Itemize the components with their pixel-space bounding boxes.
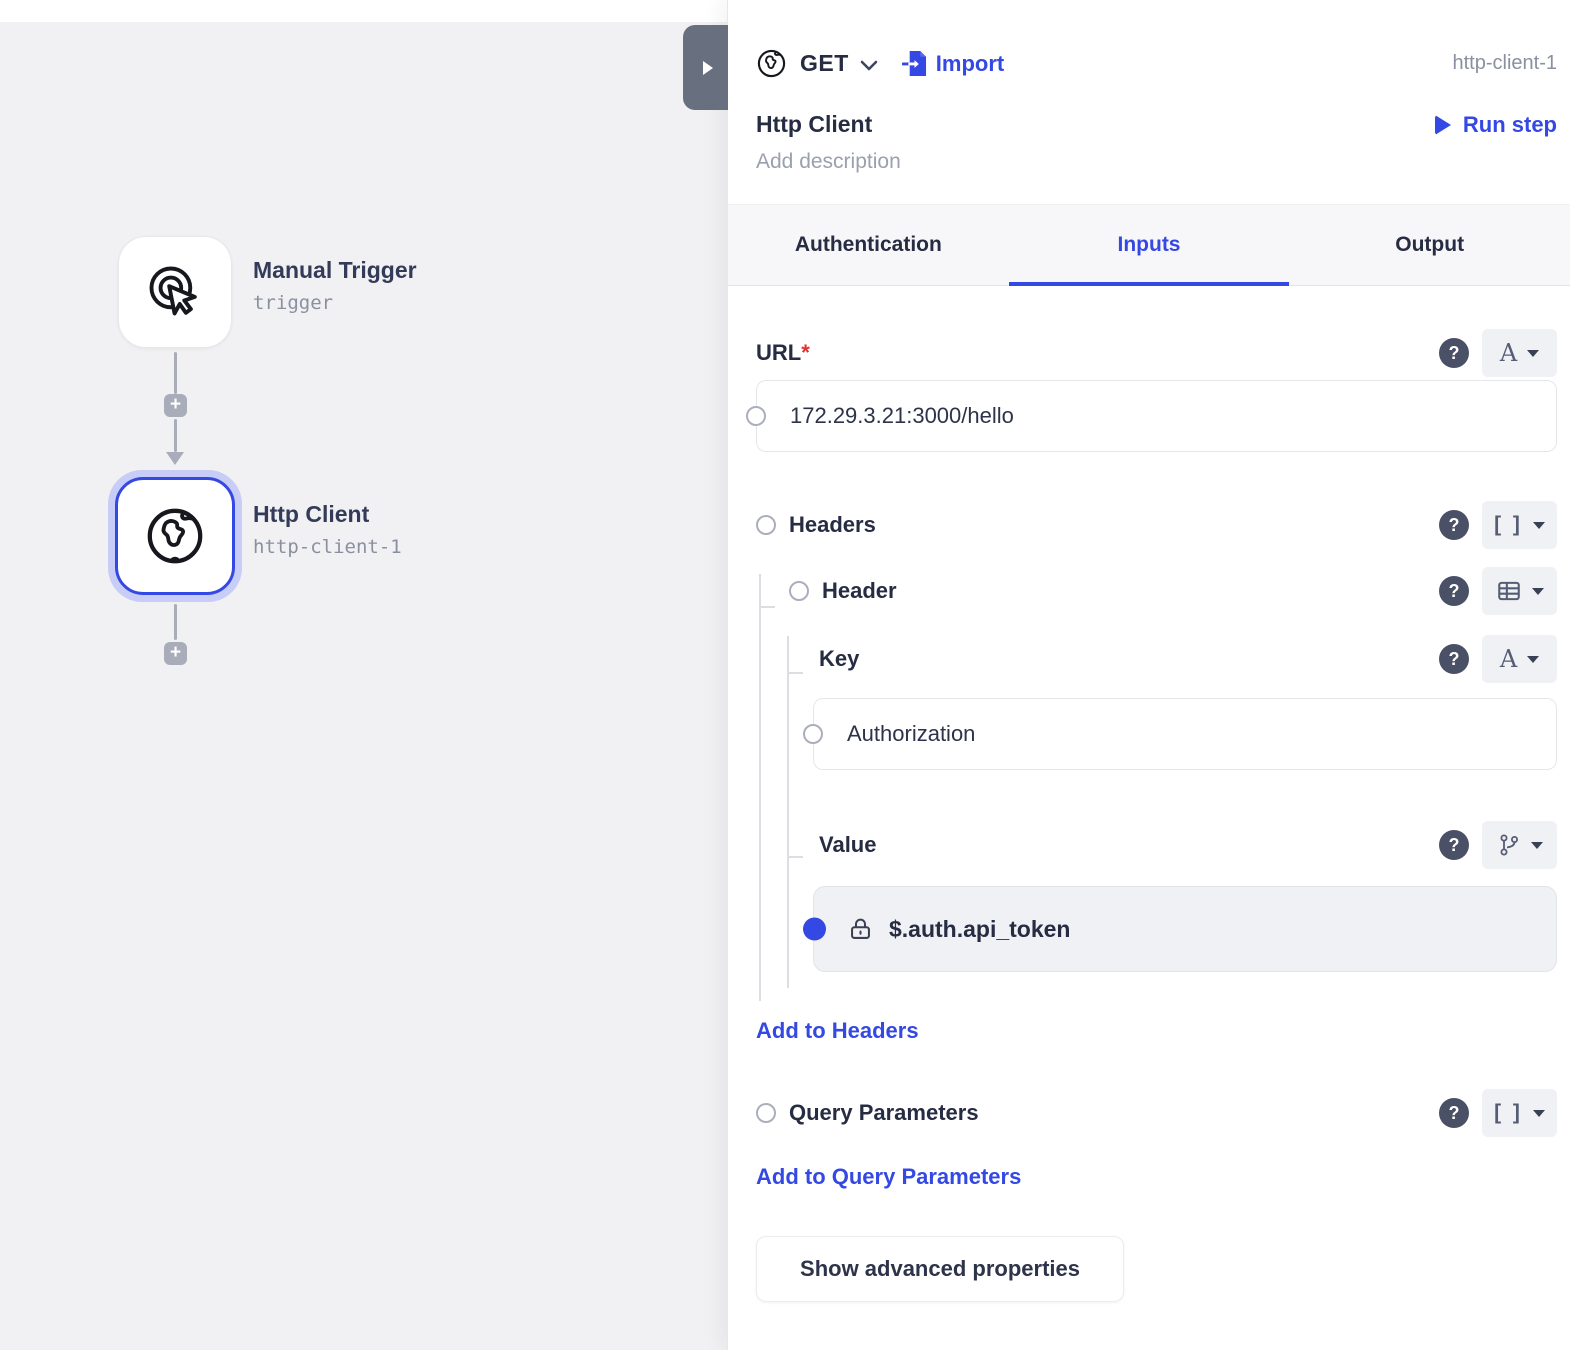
url-input[interactable]: 172.29.3.21:3000/hello <box>756 380 1557 452</box>
step-id: http-client-1 <box>1453 52 1558 75</box>
key-label: Key <box>819 646 859 672</box>
caret-down-icon <box>1533 1110 1545 1117</box>
connector-circle-icon[interactable] <box>789 581 809 601</box>
file-import-icon <box>902 50 927 77</box>
workflow-canvas[interactable]: Manual Trigger trigger + Http Client htt… <box>0 22 727 1350</box>
key-type-select[interactable]: A <box>1482 635 1557 683</box>
text-type-icon: A <box>1500 645 1517 673</box>
array-type-icon: [ ] <box>1494 1101 1523 1125</box>
panel-header: GET I <box>728 0 1570 174</box>
node-label-http-client: Http Client http-client-1 <box>253 501 402 558</box>
connector-circle-icon[interactable] <box>756 1103 776 1123</box>
node-title: Manual Trigger <box>253 257 417 285</box>
edge-line <box>174 352 177 394</box>
globe-icon <box>139 500 211 572</box>
value-type-select[interactable] <box>1482 821 1557 869</box>
add-step-button[interactable]: + <box>164 394 187 417</box>
query-parameters-row: Query Parameters ? [ ] <box>756 1098 1557 1128</box>
tree-line <box>787 636 789 988</box>
chevron-right-icon <box>703 61 713 75</box>
query-parameters-type-select[interactable]: [ ] <box>1482 1089 1557 1137</box>
chevron-down-icon[interactable] <box>860 60 878 71</box>
input-port[interactable] <box>803 724 823 744</box>
input-port[interactable] <box>746 406 766 426</box>
header-row: Header ? <box>756 576 1557 606</box>
method-select[interactable]: GET <box>800 50 849 77</box>
globe-icon <box>756 48 787 79</box>
value-label: Value <box>819 832 876 858</box>
expression-branch-icon <box>1497 833 1521 857</box>
caret-down-icon <box>1527 656 1539 663</box>
key-value: Authorization <box>847 721 975 747</box>
tab-inputs[interactable]: Inputs <box>1009 205 1290 285</box>
help-icon[interactable]: ? <box>1439 644 1469 674</box>
tab-authentication[interactable]: Authentication <box>728 205 1009 285</box>
node-http-client[interactable] <box>108 470 242 602</box>
inputs-form: URL* ? A 172.29.3.21:3000/hello Headers … <box>728 286 1570 1302</box>
header-type-select[interactable] <box>1482 567 1557 615</box>
tree-line <box>759 574 761 1001</box>
key-row: Key ? A <box>756 644 1557 674</box>
headers-label: Headers <box>789 512 876 538</box>
tab-output[interactable]: Output <box>1289 205 1570 285</box>
node-subtitle: trigger <box>253 292 417 314</box>
help-icon[interactable]: ? <box>1439 338 1469 368</box>
value-input[interactable]: $.auth.api_token <box>813 886 1557 972</box>
headers-type-select[interactable]: [ ] <box>1482 501 1557 549</box>
node-manual-trigger[interactable] <box>118 236 232 348</box>
help-icon[interactable]: ? <box>1439 830 1469 860</box>
value-row: Value ? <box>756 830 1557 860</box>
node-label-manual-trigger: Manual Trigger trigger <box>253 257 417 314</box>
url-label-row: URL* ? A <box>756 338 1557 368</box>
edge-arrow-icon <box>166 452 184 465</box>
show-advanced-properties-button[interactable]: Show advanced properties <box>756 1236 1124 1302</box>
headers-row: Headers ? [ ] <box>756 510 1557 540</box>
array-type-icon: [ ] <box>1494 513 1523 537</box>
add-to-headers-button[interactable]: Add to Headers <box>756 1018 919 1044</box>
url-label: URL <box>756 340 801 366</box>
url-type-select[interactable]: A <box>1482 329 1557 377</box>
node-subtitle: http-client-1 <box>253 536 402 558</box>
panel-tabs: Authentication Inputs Output <box>728 204 1570 286</box>
play-icon <box>1435 115 1451 135</box>
tree-tick <box>788 856 803 858</box>
caret-down-icon <box>1532 588 1544 595</box>
required-mark: * <box>801 340 810 366</box>
key-input[interactable]: Authorization <box>813 698 1557 770</box>
edge-line <box>174 604 177 640</box>
tree-tick <box>788 672 803 674</box>
help-icon[interactable]: ? <box>1439 510 1469 540</box>
description-placeholder[interactable]: Add description <box>756 150 1557 174</box>
url-value: 172.29.3.21:3000/hello <box>790 403 1014 429</box>
lock-icon <box>847 916 874 943</box>
value-token: $.auth.api_token <box>889 916 1070 943</box>
caret-down-icon <box>1533 522 1545 529</box>
run-step-label: Run step <box>1463 112 1557 138</box>
import-button[interactable]: Import <box>902 50 1004 77</box>
tree-tick <box>760 606 775 608</box>
caret-down-icon <box>1527 350 1539 357</box>
add-to-query-parameters-button[interactable]: Add to Query Parameters <box>756 1164 1021 1190</box>
add-step-button[interactable]: + <box>164 642 187 665</box>
cursor-click-icon <box>142 259 208 325</box>
connector-circle-icon[interactable] <box>756 515 776 535</box>
text-type-icon: A <box>1500 339 1517 367</box>
table-type-icon <box>1496 578 1522 604</box>
header-label: Header <box>822 578 897 604</box>
step-title: Http Client <box>756 111 872 138</box>
input-port-connected[interactable] <box>803 918 826 941</box>
run-step-button[interactable]: Run step <box>1435 112 1557 138</box>
help-icon[interactable]: ? <box>1439 1098 1469 1128</box>
collapse-panel-button[interactable] <box>683 25 728 110</box>
node-title: Http Client <box>253 501 402 529</box>
import-label: Import <box>936 51 1004 77</box>
caret-down-icon <box>1531 842 1543 849</box>
help-icon[interactable]: ? <box>1439 576 1469 606</box>
edge-line <box>174 419 177 452</box>
query-parameters-label: Query Parameters <box>789 1100 979 1126</box>
step-config-panel: GET I <box>727 0 1570 1350</box>
